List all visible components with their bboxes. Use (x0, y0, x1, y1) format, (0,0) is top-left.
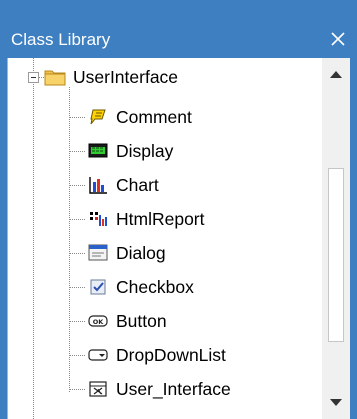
tree-connector (70, 321, 85, 322)
class-library-panel: Class Library UserInterface Comment Disp… (0, 0, 357, 419)
tree-item-label: User_Interface (116, 379, 231, 399)
collapse-toggle[interactable] (28, 72, 39, 83)
tree-item-label: Checkbox (116, 277, 194, 297)
checkbox-icon (90, 279, 106, 295)
tree-item-comment[interactable]: Comment (8, 101, 323, 135)
panel-title: Class Library (11, 30, 111, 49)
tree-view[interactable]: UserInterface Comment Display Chart Html… (7, 58, 350, 419)
chart-icon (89, 177, 107, 194)
arrow-down-icon (330, 399, 342, 406)
tree-item-user-interface[interactable]: User_Interface (8, 373, 323, 407)
scroll-down-button[interactable] (322, 389, 350, 419)
arrow-up-icon (330, 71, 342, 78)
dialog-icon (88, 244, 108, 261)
comment-icon (90, 109, 106, 125)
tree-item-display[interactable]: Display (8, 135, 323, 169)
scroll-up-button[interactable] (322, 58, 350, 88)
close-icon (331, 32, 345, 46)
tree-connector (70, 151, 85, 152)
svg-text:OK: OK (93, 318, 105, 326)
tree-connector (70, 287, 85, 288)
close-button[interactable] (327, 28, 349, 50)
tree-item-label: DropDownList (116, 345, 226, 365)
class-tree: UserInterface Comment Display Chart Html… (8, 58, 323, 419)
tree-item-dialog[interactable]: Dialog (8, 237, 323, 271)
html-report-icon (90, 212, 107, 226)
tree-connector (70, 185, 85, 186)
vertical-scrollbar[interactable] (322, 58, 350, 419)
tree-item-button[interactable]: OK Button (8, 305, 323, 339)
user-interface-icon (89, 381, 107, 397)
tree-item-label: Chart (116, 175, 159, 195)
tree-item-chart[interactable]: Chart (8, 169, 323, 203)
display-icon (88, 143, 108, 158)
folder-icon (44, 70, 66, 86)
tree-connector (70, 117, 85, 118)
tree-item-label: Comment (116, 107, 192, 127)
tree-item-dropdown-list[interactable]: DropDownList (8, 339, 323, 373)
tree-item-label: Dialog (116, 243, 166, 263)
tree-item-label: Display (116, 141, 174, 161)
tree-connector (70, 355, 85, 356)
tree-root-label[interactable]: UserInterface (73, 66, 178, 88)
tree-item-html-report[interactable]: HtmlReport (8, 203, 323, 237)
tree-connector (70, 219, 85, 220)
button-icon: OK (88, 315, 108, 327)
tree-connector (70, 253, 85, 254)
tree-item-label: HtmlReport (116, 209, 205, 229)
dropdown-list-icon (88, 349, 108, 361)
panel-titlebar: Class Library (0, 0, 357, 58)
tree-item-checkbox[interactable]: Checkbox (8, 271, 323, 305)
scrollbar-thumb[interactable] (328, 168, 344, 342)
tree-connector (70, 389, 85, 390)
tree-item-label: Button (116, 311, 167, 331)
